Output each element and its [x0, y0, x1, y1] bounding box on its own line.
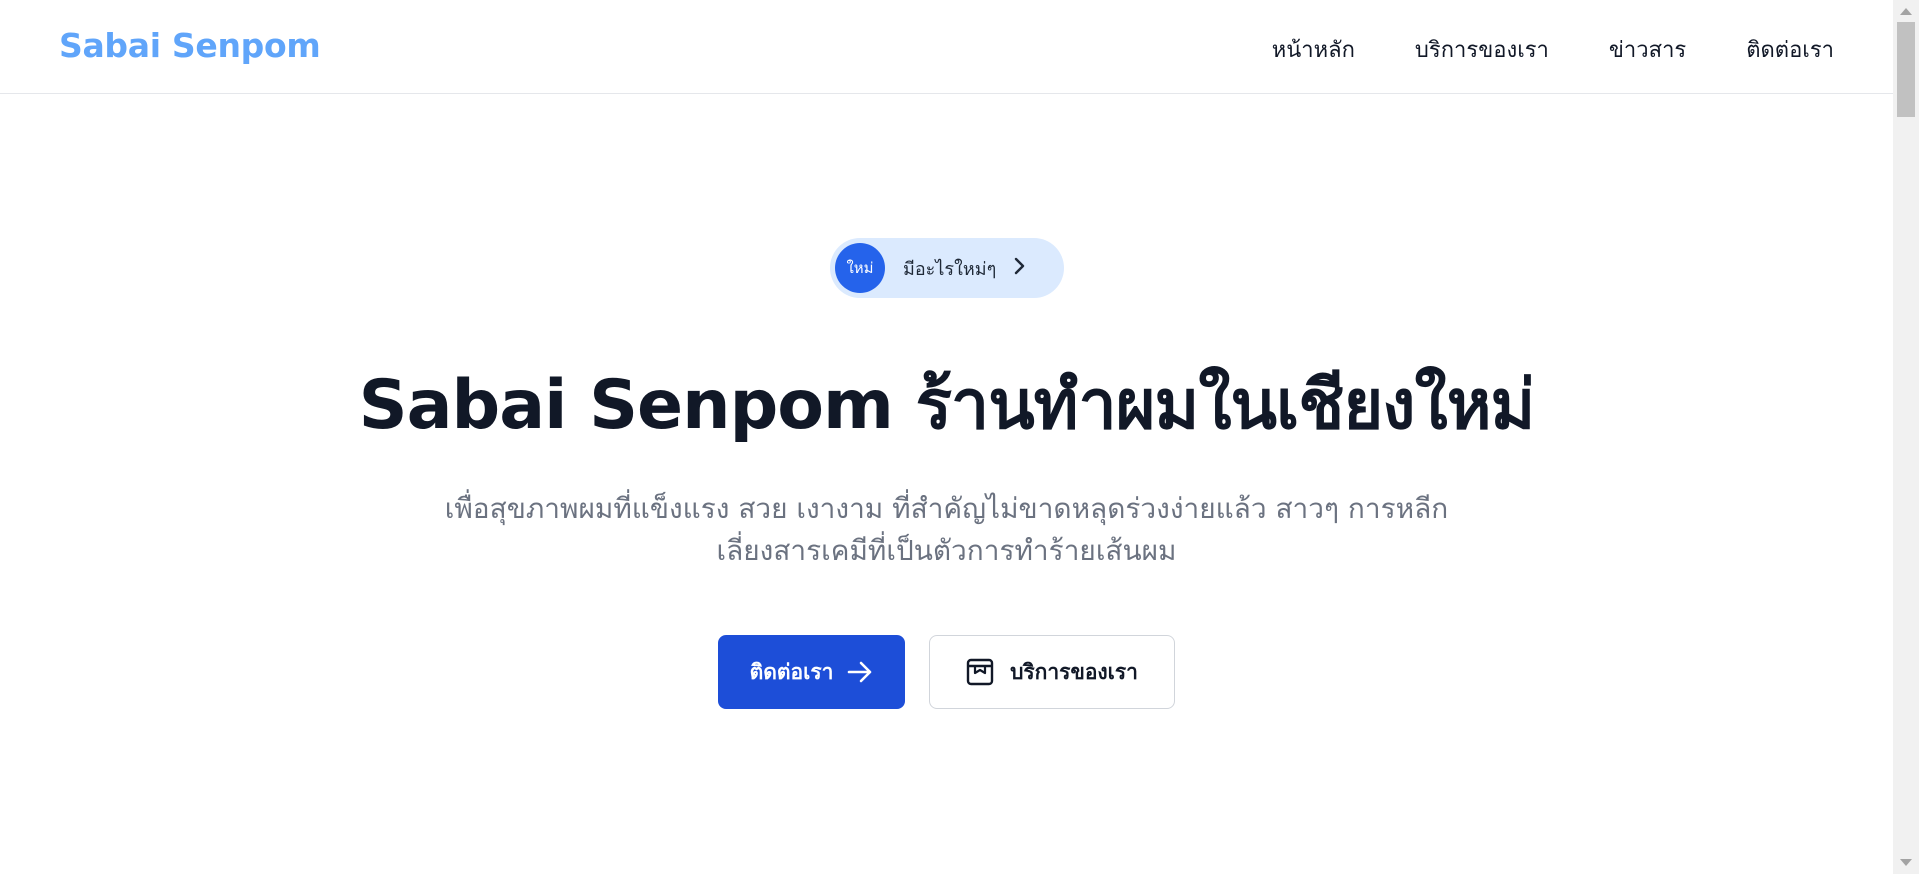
scroll-up-icon[interactable] [1900, 8, 1912, 15]
vertical-scrollbar[interactable] [1893, 0, 1919, 874]
contact-button-label: ติดต่อเรา [749, 659, 834, 684]
badge-text: มีอะไรใหม่ๆ [903, 258, 997, 280]
services-button[interactable]: บริการของเรา [929, 635, 1175, 709]
whats-new-badge[interactable]: ใหม่ มีอะไรใหม่ๆ [830, 238, 1064, 298]
brand-logo-link[interactable]: Sabai Senpom [59, 26, 321, 65]
nav-link-contact[interactable]: ติดต่อเรา [1746, 32, 1834, 67]
contact-button[interactable]: ติดต่อเรา [718, 635, 905, 709]
nav-link-news[interactable]: ข่าวสาร [1609, 32, 1686, 67]
hero-headline: Sabai Senpom ร้านทำผมในเชียงใหม่ [358, 366, 1536, 445]
scroll-down-icon[interactable] [1900, 859, 1912, 866]
chevron-right-icon [1012, 257, 1026, 280]
scrollbar-thumb[interactable] [1897, 22, 1915, 117]
new-pill: ใหม่ [835, 243, 885, 293]
box-icon [966, 658, 994, 686]
arrow-right-icon [847, 661, 873, 683]
main-nav: หน้าหลัก บริการของเรา ข่าวสาร ติดต่อเรา [1272, 32, 1834, 67]
nav-link-home[interactable]: หน้าหลัก [1272, 32, 1355, 67]
services-button-label: บริการของเรา [1010, 659, 1138, 684]
site-header: Sabai Senpom หน้าหลัก บริการของเรา ข่าวส… [0, 0, 1893, 94]
hero-subtext: เพื่อสุขภาพผมที่แข็งแรง สวย เงางาม ที่สำ… [444, 492, 1449, 567]
page: Sabai Senpom หน้าหลัก บริการของเรา ข่าวส… [0, 0, 1919, 874]
nav-link-services[interactable]: บริการของเรา [1415, 32, 1549, 67]
